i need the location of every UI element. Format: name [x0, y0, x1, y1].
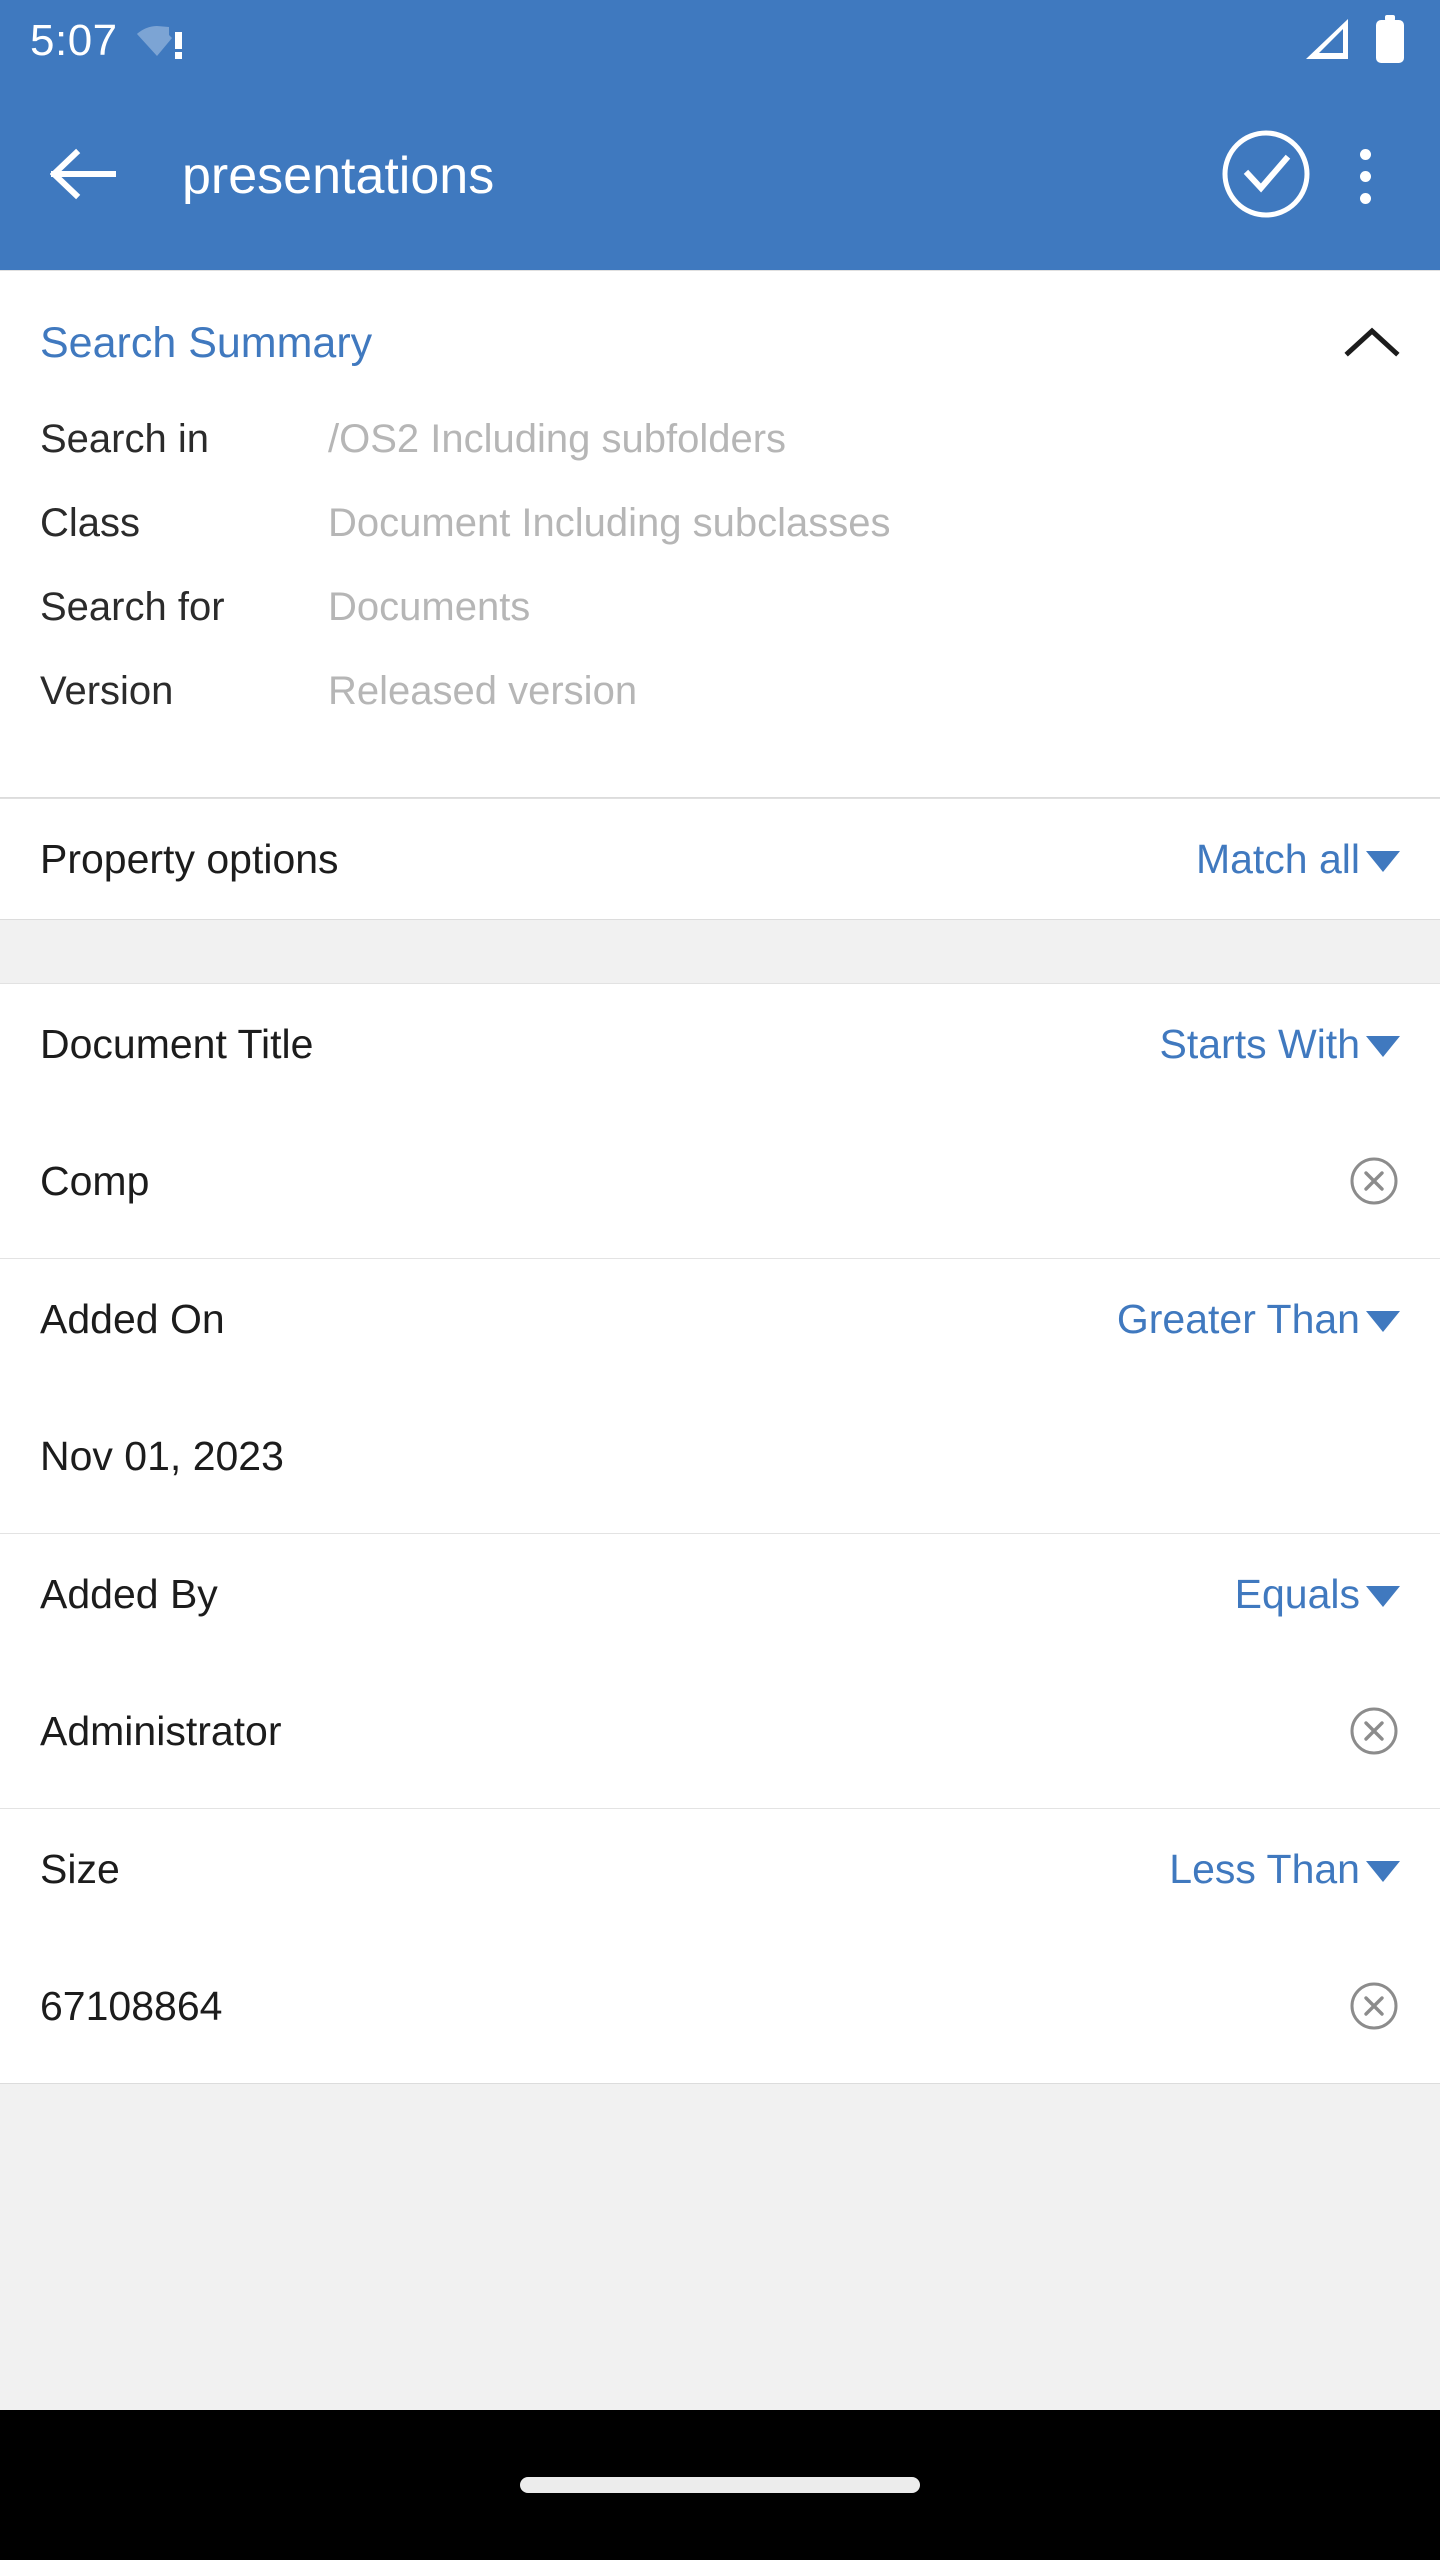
filter-name: Added On [40, 1295, 225, 1342]
caret-down-icon [1366, 1036, 1400, 1057]
filter-operator-dropdown[interactable]: Starts With [1160, 1021, 1400, 1068]
caret-down-icon [1366, 1586, 1400, 1607]
back-button[interactable] [46, 139, 120, 213]
section-separator [0, 920, 1440, 984]
phone-screen: 5:07 presentations Search Summary Search… [0, 0, 1440, 2560]
filter-operator-value: Greater Than [1116, 1295, 1360, 1342]
system-navigation-bar [0, 2410, 1440, 2560]
caret-down-icon [1366, 1861, 1400, 1882]
filter-value-row[interactable]: Administrator [0, 1654, 1440, 1808]
summary-row-label: Search for [40, 585, 225, 629]
home-gesture-pill[interactable] [520, 2477, 920, 2493]
filter-header: Added On Greater Than [0, 1259, 1440, 1379]
filter-name: Added By [40, 1570, 218, 1617]
clear-circle-icon[interactable] [1348, 1155, 1400, 1207]
caret-down-icon [1366, 1311, 1400, 1332]
app-bar: presentations [0, 82, 1440, 270]
property-options-label: Property options [40, 835, 339, 882]
filter-operator-dropdown[interactable]: Greater Than [1117, 1296, 1400, 1343]
battery-full-icon [1374, 14, 1406, 68]
more-vertical-icon [1359, 148, 1371, 160]
empty-space [0, 2084, 1440, 2410]
clear-circle-icon[interactable] [1348, 1980, 1400, 2032]
property-options-card: Property options Match all [0, 798, 1440, 920]
summary-row: Version Released version [40, 669, 1400, 753]
chevron-up-icon[interactable] [1344, 315, 1400, 371]
filter-value-row[interactable]: 67108864 [0, 1929, 1440, 2083]
filter-value-input[interactable]: 67108864 [40, 1983, 222, 2030]
filter-value-input[interactable]: Comp [40, 1158, 149, 1205]
back-arrow-icon [49, 148, 117, 205]
wifi-no-internet-icon [136, 21, 188, 61]
filter-list: Document Title Starts With Comp Added On… [0, 984, 1440, 2084]
check-circle-icon [1220, 128, 1312, 225]
filter-operator-value: Less Than [1169, 1845, 1360, 1892]
filter-value-input[interactable]: Nov 01, 2023 [40, 1433, 284, 1480]
filter-value-row[interactable]: Comp [0, 1104, 1440, 1258]
match-mode-dropdown[interactable]: Match all [1196, 836, 1400, 883]
search-summary-card: Search Summary Search in /OS2 Including … [0, 270, 1440, 798]
filter-name: Size [40, 1845, 120, 1892]
search-summary-rows: Search in /OS2 Including subfolders Clas… [0, 401, 1440, 797]
cellular-signal-icon [1302, 17, 1352, 66]
caret-down-icon [1366, 851, 1400, 872]
filter-header: Size Less Than [0, 1809, 1440, 1929]
summary-row-label: Search in [40, 417, 209, 461]
summary-row-value: Document Including subclasses [328, 501, 891, 545]
search-criteria-panel: Search Summary Search in /OS2 Including … [0, 270, 1440, 2410]
summary-row-value: Documents [328, 585, 531, 629]
summary-row-label: Class [40, 501, 141, 545]
status-bar-right [1302, 14, 1406, 68]
clear-circle-icon[interactable] [1348, 1705, 1400, 1757]
filter-size: Size Less Than 67108864 [0, 1809, 1440, 2083]
more-vertical-icon-dot [1359, 170, 1371, 182]
summary-row-value: /OS2 Including subfolders [328, 417, 787, 461]
filter-added-on: Added On Greater Than Nov 01, 2023 [0, 1259, 1440, 1534]
filter-name: Document Title [40, 1020, 314, 1067]
filter-header: Document Title Starts With [0, 984, 1440, 1104]
status-bar: 5:07 [0, 0, 1440, 82]
search-summary-header[interactable]: Search Summary [0, 271, 1440, 401]
filter-document-title: Document Title Starts With Comp [0, 984, 1440, 1259]
filter-value-input[interactable]: Administrator [40, 1708, 282, 1755]
status-bar-left: 5:07 [30, 19, 188, 63]
property-options-row: Property options Match all [0, 799, 1440, 919]
summary-row: Search for Documents [40, 585, 1400, 669]
page-title: presentations [182, 147, 495, 205]
status-bar-clock: 5:07 [30, 16, 118, 65]
summary-row: Search in /OS2 Including subfolders [40, 417, 1400, 501]
filter-operator-dropdown[interactable]: Less Than [1169, 1846, 1400, 1893]
filter-operator-value: Starts With [1159, 1020, 1360, 1067]
filter-operator-dropdown[interactable]: Equals [1235, 1571, 1400, 1618]
summary-row-value: Released version [328, 669, 638, 713]
summary-row-label: Version [40, 669, 174, 713]
confirm-search-button[interactable] [1218, 128, 1314, 224]
filter-added-by: Added By Equals Administrator [0, 1534, 1440, 1809]
filter-operator-value: Equals [1234, 1570, 1360, 1617]
match-mode-value: Match all [1195, 835, 1360, 882]
summary-row: Class Document Including subclasses [40, 501, 1400, 585]
overflow-menu-button[interactable] [1326, 128, 1404, 224]
filter-header: Added By Equals [0, 1534, 1440, 1654]
filter-value-row[interactable]: Nov 01, 2023 [0, 1379, 1440, 1533]
more-vertical-icon-dot [1359, 192, 1371, 204]
search-summary-title: Search Summary [40, 318, 373, 367]
